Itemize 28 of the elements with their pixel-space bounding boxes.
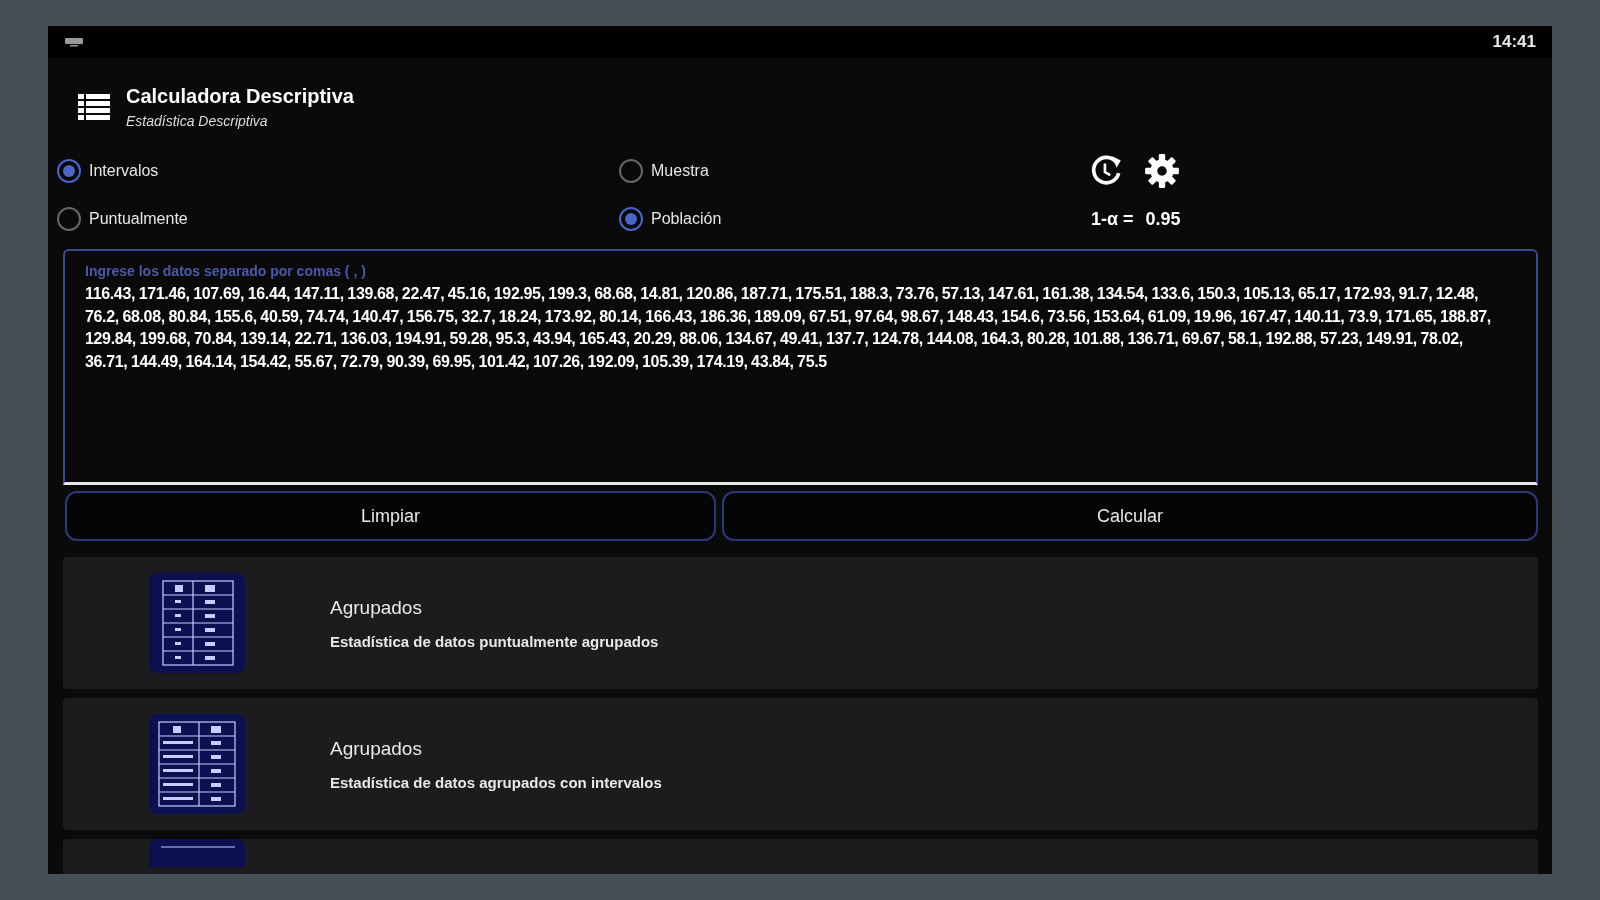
card-subtitle: Estadística de datos puntualmente agrupados [330,632,659,650]
radio-option[interactable]: Muestra [619,159,709,183]
radio-button[interactable] [619,159,643,183]
radio-button[interactable] [619,207,643,231]
confidence-value: 0.95 [1145,208,1181,230]
calculate-button[interactable]: Calcular [722,491,1538,541]
radio-option[interactable]: Intervalos [57,159,159,183]
app-subtitle: Estadística Descriptiva [126,113,269,129]
app-title: Calculadora Descriptiva [126,85,354,108]
list-icon[interactable] [78,93,110,121]
radio-button[interactable] [57,159,81,183]
menu-card[interactable]: Agrupados Estadística de datos agrupados con intervalos [63,698,1538,830]
data-field[interactable]: Ingrese los datos separado por comas ( , ) 116.43, 171.46, 107.69, 16.44, 147.11, 139.68, 22.47, 45.16, 192.95, 199.3, 68.68, 14.81, 120.86, 187.71, 175.51, 188.3, 73.76, 57.13, 147.61, 161.38, 134.54, 133.6, 150.3, 105.13, 65.17, 172.93, 91.7, 12.48, 76.2, 68.08, 80.84, 155.6, 40.59, 74.74, 140.47, 156.75, 32.7, 18.24, 173.92, 80.14, 166.43, 186.36, 189.09, 67.51, 97.64, 98.67, 148.43, 154.6, 73.56, 153.64, 61.09, 19.96, 167.47, 140.11, 73.9, 171.65, 188.87, 129.84, 199.68, 70.84, 139.14, 22.71, 136.03, 194.91, 59.28, 95.3, 43.94, 165.43, 20.29, 88.06, 134.67, 49.41, 137.7, 124.78, 144.08, 164.3, 80.28, 101.88, 136.71, 69.67, 58.1, 192.88, 57.23, 149.91, 78.02, 36.71, 144.49, 164.14, 154.42, 55.67, 72.79, 90.39, 69.95, 101.42, 107.26, 192.09, 105.39, 174.19, 43.84, 75.5 [63,249,1538,485]
radio-option[interactable]: Población [619,207,722,231]
confidence-label: 1-α = [1091,208,1134,230]
keyboard-icon [64,37,84,47]
menu-card[interactable]: Agrupados Estadística de datos puntualmente agrupados [63,557,1538,689]
table-icon [148,573,246,673]
table-icon [148,714,246,814]
radio-button[interactable] [57,207,81,231]
card-subtitle: Estadística de datos agrupados con intervalos [330,773,662,791]
card-title: Agrupados [330,596,423,619]
table-icon [148,839,246,867]
clock-time: 14:41 [1492,32,1536,52]
radio-option[interactable]: Puntualmente [57,207,188,231]
clear-button[interactable]: Limpiar [65,491,716,541]
card-title: Agrupados [330,737,423,760]
settings-icon[interactable] [1143,152,1181,190]
